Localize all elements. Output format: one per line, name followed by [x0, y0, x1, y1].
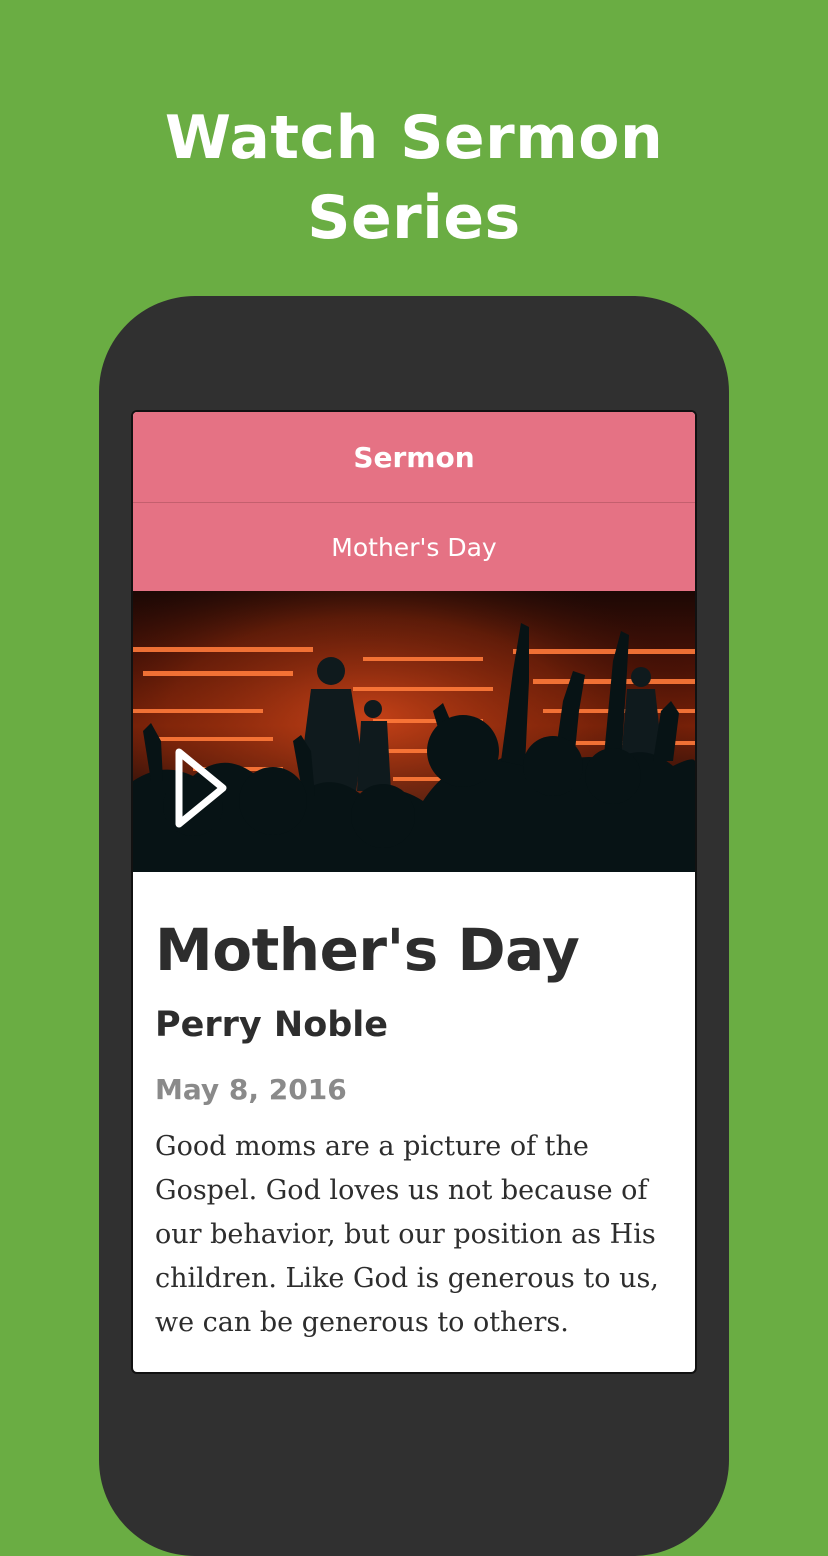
series-name: Mother's Day — [331, 532, 497, 562]
sermon-video-thumbnail[interactable] — [133, 591, 695, 872]
play-button[interactable] — [171, 746, 231, 830]
promo-headline-line-1: Watch Sermon — [164, 103, 664, 173]
sermon-details: Mother's Day Perry Noble May 8, 2016 Goo… — [133, 910, 695, 1345]
sermon-description: Good moms are a picture of the Gospel. G… — [155, 1131, 659, 1338]
play-icon — [175, 748, 227, 828]
navigation-bar: Sermon — [133, 412, 695, 503]
app-screen: Sermon Mother's Day Mother's Day Perry N… — [131, 410, 697, 1374]
sermon-date: May 8, 2016 — [155, 1073, 347, 1106]
sermon-speaker: Perry Noble — [155, 1005, 389, 1045]
series-header[interactable]: Mother's Day — [133, 503, 695, 591]
nav-title: Sermon — [353, 440, 475, 474]
promo-headline-line-2: Series — [307, 183, 521, 253]
sermon-title: Mother's Day — [155, 916, 580, 984]
promo-headline: Watch Sermon Series — [0, 98, 828, 258]
